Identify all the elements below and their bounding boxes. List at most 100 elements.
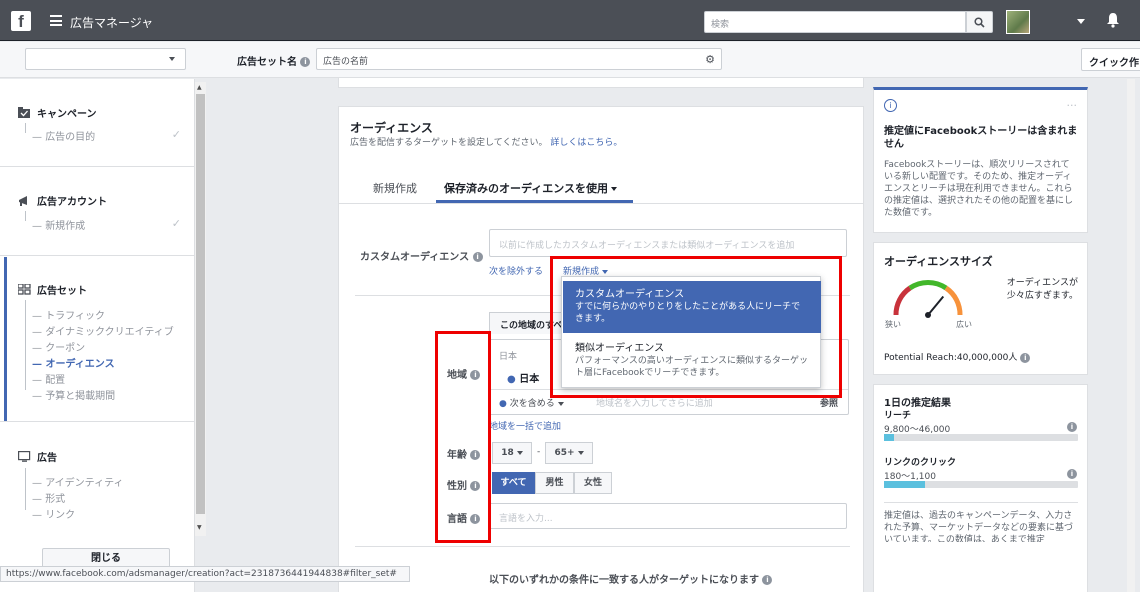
sidebar-item-objective[interactable]: — 広告の目的 — [32, 128, 95, 143]
gauge-segment-narrow — [893, 285, 912, 316]
gear-icon[interactable]: ⚙ — [705, 53, 715, 66]
stories-notice-card: i ··· 推定値にFacebookストーリーは含まれません Facebookス… — [873, 87, 1088, 233]
chevron-down-icon — [577, 450, 584, 455]
sidebar-section-campaign: キャンペーン — 広告の目的 ✓ — [0, 79, 195, 167]
ad-set-header: 広告セット名 i 広告の名前 ⚙ クイック作 — [0, 42, 1140, 78]
sidebar-item-identity[interactable]: — アイデンティティ — [32, 474, 124, 489]
info-icon[interactable]: i — [1067, 469, 1077, 479]
sidebar-item-traffic[interactable]: — トラフィック — [32, 307, 105, 322]
sidebar-item-campaign[interactable]: キャンペーン — [18, 105, 97, 120]
gender-female-button[interactable]: 女性 — [574, 472, 612, 494]
info-icon[interactable]: i — [472, 252, 483, 262]
account-selector[interactable] — [25, 48, 186, 70]
gender-male-button[interactable]: 男性 — [535, 472, 574, 494]
language-input[interactable]: 言語を入力... — [489, 503, 847, 529]
tab-saved-audience[interactable]: 保存済みのオーディエンスを使用 — [444, 180, 618, 196]
sidebar-item-adset[interactable]: 広告セット — [18, 282, 87, 297]
gender-all-button[interactable]: すべて — [492, 472, 535, 494]
bulk-add-location-link[interactable]: 地域を一括で追加 — [489, 419, 561, 432]
clicks-meter — [884, 481, 1078, 488]
gauge-segment-good — [908, 280, 948, 291]
top-bar: f 広告マネージャ 検索 — [0, 0, 1140, 41]
exclude-link[interactable]: 次を除外する — [489, 264, 543, 277]
reach-meter — [884, 434, 1078, 441]
age-max-select[interactable]: 65+ — [545, 442, 593, 464]
facebook-logo-icon[interactable]: f — [11, 11, 31, 31]
estimate-note: 推定値は、過去のキャンペーンデータ、入力された予算、マーケットデータなどの要素に… — [884, 511, 1074, 542]
highlight-box-new-audience — [550, 256, 842, 398]
info-icon[interactable]: i — [300, 57, 311, 67]
scroll-up-icon[interactable]: ▲ — [197, 84, 202, 91]
chevron-down-icon — [611, 187, 618, 191]
daily-results-card: 1日の推定結果 リーチ 9,800〜46,000 i リンクのクリック 180〜… — [873, 384, 1088, 592]
sidebar-item-coupon[interactable]: — クーポン — [32, 339, 85, 354]
sidebar-item-ad[interactable]: 広告 — [18, 449, 57, 464]
sidebar-item-dynamic-creative[interactable]: — ダイナミッククリエイティブ — [32, 323, 174, 338]
info-icon[interactable]: i — [1067, 422, 1077, 432]
chevron-down-icon — [516, 450, 523, 455]
clicks-meter-fill — [884, 481, 925, 488]
page-scrollbar[interactable] — [1127, 79, 1135, 592]
audience-size-description: オーディエンスが少々広すぎます。 — [1006, 278, 1078, 301]
location-selected[interactable]: ● 日本 — [507, 370, 539, 385]
monitor-icon — [18, 451, 31, 462]
age-dash: - — [537, 447, 541, 457]
grid-icon — [18, 284, 31, 295]
custom-audience-label: カスタムオーディエンス i — [360, 248, 483, 263]
age-min-select[interactable]: 18 — [492, 442, 532, 464]
more-options-icon[interactable]: ··· — [1067, 99, 1078, 112]
audience-size-title: オーディエンスサイズ — [884, 255, 993, 268]
reach-meter-fill — [884, 434, 894, 441]
sidebar-section-adset: 広告セット — トラフィック — ダイナミッククリエイティブ — クーポン — … — [0, 256, 195, 422]
notice-title: 推定値にFacebookストーリーは含まれません — [884, 126, 1078, 150]
sidebar: キャンペーン — 広告の目的 ✓ 広告アカウント — 新規作成 ✓ 広告セット … — [0, 79, 195, 592]
megaphone-icon — [19, 196, 27, 206]
scroll-down-icon[interactable]: ▼ — [197, 524, 202, 531]
adset-name-label: 広告セット名 i — [237, 53, 311, 68]
sidebar-item-ad-account[interactable]: 広告アカウント — [18, 193, 107, 208]
audience-size-card: オーディエンスサイズ 狭い 広い オーディエンスが少々広すぎます。 Potent… — [873, 242, 1088, 375]
location-country: 日本 — [499, 352, 518, 362]
gauge-segment-wide — [944, 285, 963, 316]
gauge-narrow-label: 狭い — [885, 320, 901, 329]
info-icon[interactable]: i — [1020, 352, 1031, 363]
avatar[interactable] — [1006, 10, 1030, 34]
reach-label: リーチ — [884, 411, 912, 421]
previous-card-edge — [338, 78, 864, 88]
search-input[interactable]: 検索 — [704, 11, 966, 33]
sidebar-scrollbar-thumb[interactable] — [196, 94, 205, 514]
sidebar-item-placement[interactable]: — 配置 — [32, 371, 65, 386]
adset-name-input[interactable]: 広告の名前 ⚙ — [316, 48, 722, 70]
hamburger-menu-icon[interactable] — [50, 15, 62, 26]
sidebar-item-format[interactable]: — 形式 — [32, 490, 65, 505]
audience-size-gauge — [893, 280, 963, 318]
status-url: https://www.facebook.com/adsmanager/crea… — [0, 566, 410, 582]
clicks-label: リンクのクリック — [884, 458, 957, 468]
search-icon — [974, 17, 985, 28]
sidebar-item-audience[interactable]: — オーディエンス — [32, 355, 115, 370]
pin-icon: ● — [507, 374, 516, 385]
account-menu-chevron-icon[interactable] — [1077, 19, 1085, 24]
learn-more-link[interactable]: 詳しくはこちら。 — [550, 138, 622, 148]
info-icon[interactable]: i — [762, 575, 773, 585]
campaign-icon — [18, 107, 30, 118]
custom-audience-input[interactable]: 以前に作成したカスタムオーディエンスまたは類似オーディエンスを追加 — [489, 229, 847, 257]
sidebar-item-link[interactable]: — リンク — [32, 506, 75, 521]
highlight-box-targeting-labels — [435, 331, 491, 543]
app-title[interactable]: 広告マネージャ — [70, 14, 153, 31]
notice-body: Facebookストーリーは、順次リリースされている新しい配置です。そのため、推… — [884, 160, 1074, 218]
tab-new[interactable]: 新規作成 — [373, 180, 417, 196]
check-icon: ✓ — [171, 128, 181, 141]
sidebar-item-new[interactable]: — 新規作成 — [32, 217, 85, 232]
quick-create-button[interactable]: クイック作 — [1081, 48, 1140, 71]
audience-title: オーディエンス — [350, 121, 433, 135]
detailed-targeting-heading: 以下のいずれかの条件に一致する人がターゲットになります i — [489, 571, 773, 586]
search-button[interactable] — [966, 11, 993, 33]
sidebar-section-ad: 広告 — アイデンティティ — 形式 — リンク — [0, 422, 195, 542]
info-icon: i — [884, 99, 897, 112]
notification-bell-icon[interactable] — [1106, 12, 1120, 28]
sidebar-item-budget[interactable]: — 予算と掲載期間 — [32, 387, 115, 402]
chevron-down-icon — [169, 57, 175, 61]
sidebar-section-account: 広告アカウント — 新規作成 ✓ — [0, 167, 195, 256]
daily-results-title: 1日の推定結果 — [884, 398, 951, 409]
